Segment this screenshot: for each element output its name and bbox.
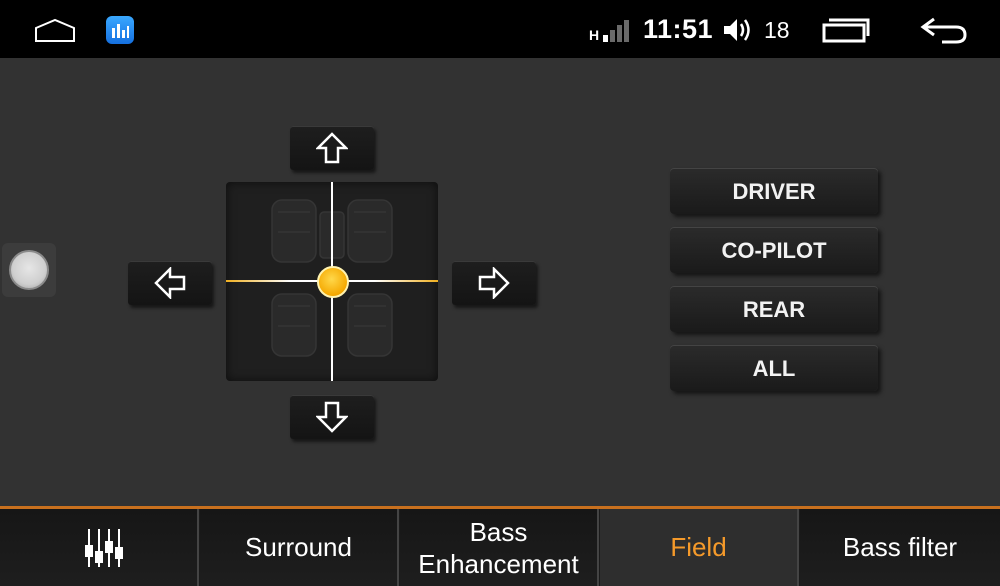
- status-bar: H 11:51 18: [0, 0, 1000, 58]
- tab-bass-enhancement-label-line2: Enhancement: [418, 549, 579, 579]
- arrow-left-icon: [154, 267, 186, 299]
- rear-button[interactable]: REAR: [670, 286, 878, 332]
- tab-field[interactable]: Field: [600, 509, 799, 586]
- tab-field-label: Field: [670, 532, 727, 562]
- audio-tab-bar: Surround Bass Enhancement Field Bass fil…: [0, 506, 1000, 586]
- recent-apps-icon[interactable]: [822, 17, 870, 48]
- home-icon[interactable]: [34, 18, 76, 47]
- network-type-label: H: [589, 27, 599, 43]
- move-down-button[interactable]: [290, 395, 374, 439]
- arrow-up-icon: [316, 132, 348, 164]
- all-button[interactable]: ALL: [670, 345, 878, 391]
- driver-button[interactable]: DRIVER: [670, 168, 878, 214]
- move-right-button[interactable]: [452, 261, 536, 305]
- move-left-button[interactable]: [128, 261, 212, 305]
- balance-position-dot[interactable]: [317, 266, 349, 298]
- clock: 11:51: [643, 14, 714, 44]
- back-icon[interactable]: [920, 16, 968, 49]
- tab-bass-enhancement-label-line1: Bass: [469, 517, 528, 547]
- tab-surround[interactable]: Surround: [200, 509, 399, 586]
- tab-bass-enhancement[interactable]: Bass Enhancement: [400, 509, 599, 586]
- equalizer-icon: [85, 529, 123, 567]
- tab-equalizer[interactable]: [0, 509, 199, 586]
- field-panel: DRIVER CO-PILOT REAR ALL: [0, 58, 1000, 508]
- arrow-right-icon: [478, 267, 510, 299]
- move-up-button[interactable]: [290, 126, 374, 170]
- volume-icon[interactable]: [722, 16, 756, 49]
- seat-position-pad[interactable]: [226, 182, 438, 381]
- tab-surround-label: Surround: [245, 532, 352, 562]
- music-app-icon[interactable]: [106, 16, 134, 44]
- tab-bass-filter-label: Bass filter: [842, 532, 958, 562]
- arrow-down-icon: [316, 401, 348, 433]
- knob-icon: [9, 250, 49, 290]
- signal-strength-icon: H: [589, 18, 633, 49]
- tab-bass-filter[interactable]: Bass filter: [800, 509, 1000, 586]
- co-pilot-button[interactable]: CO-PILOT: [670, 227, 878, 273]
- side-panel-handle[interactable]: [2, 243, 56, 297]
- volume-level: 18: [764, 17, 790, 43]
